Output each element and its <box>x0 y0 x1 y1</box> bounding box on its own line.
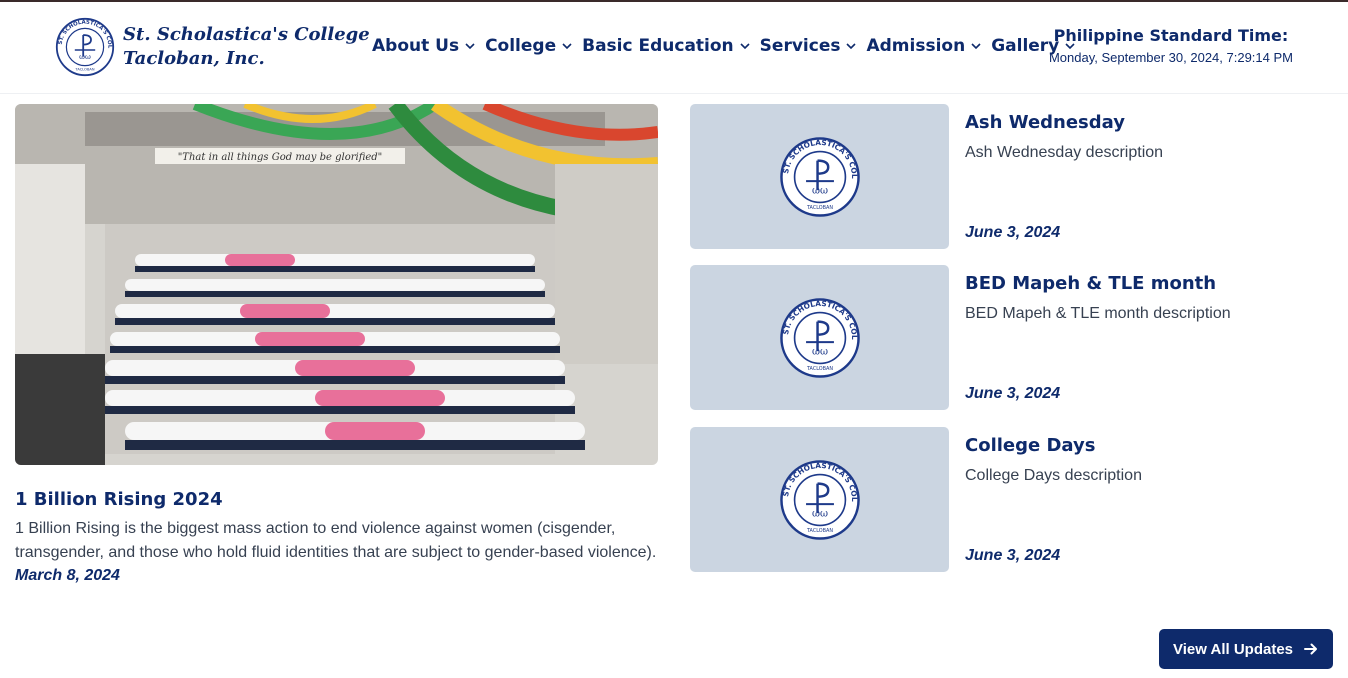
chevron-down-icon <box>562 43 572 50</box>
update-card[interactable]: ST. SCHOLASTICA'S COLLEGE TACLOBAN ωω Co… <box>690 427 1330 572</box>
banner-motto: "That in all things God may be glorified… <box>178 152 383 163</box>
svg-text:TACLOBAN: TACLOBAN <box>805 204 832 210</box>
update-date: June 3, 2024 <box>965 224 1061 241</box>
featured-photo: "That in all things God may be glorified… <box>15 104 658 465</box>
update-title[interactable]: BED Mapeh & TLE month <box>965 273 1216 294</box>
svg-text:TACLOBAN: TACLOBAN <box>74 67 94 71</box>
update-date: June 3, 2024 <box>965 385 1061 402</box>
college-seal-icon: ST. SCHOLASTICA'S COLLEGE TACLOBAN ωω <box>779 136 860 217</box>
svg-text:TACLOBAN: TACLOBAN <box>805 527 832 533</box>
brand-line-1: St. Scholastica's College <box>123 24 370 45</box>
main-nav: About Us College Basic Education Service… <box>372 36 1085 56</box>
featured-description: 1 Billion Rising is the biggest mass act… <box>15 520 657 561</box>
update-description: BED Mapeh & TLE month description <box>965 305 1231 322</box>
update-description: College Days description <box>965 467 1142 484</box>
nav-admission[interactable]: Admission <box>866 36 981 56</box>
update-title[interactable]: College Days <box>965 435 1095 456</box>
svg-text:ωω: ωω <box>811 185 827 196</box>
update-card[interactable]: ST. SCHOLASTICA'S COLLEGE TACLOBAN ωω As… <box>690 104 1330 249</box>
nav-college[interactable]: College <box>485 36 572 56</box>
svg-text:ωω: ωω <box>811 508 827 519</box>
arrow-right-icon <box>1304 643 1318 655</box>
featured-title[interactable]: 1 Billion Rising 2024 <box>15 489 658 510</box>
update-thumbnail: ST. SCHOLASTICA'S COLLEGE TACLOBAN ωω <box>690 427 949 572</box>
svg-text:ωω: ωω <box>811 346 827 357</box>
philippine-standard-time: Philippine Standard Time: Monday, Septem… <box>1049 26 1293 65</box>
nav-label: College <box>485 36 557 56</box>
pst-title: Philippine Standard Time: <box>1053 26 1289 45</box>
chevron-down-icon <box>846 43 857 50</box>
nav-label: About Us <box>372 36 460 56</box>
update-title[interactable]: Ash Wednesday <box>965 112 1125 133</box>
nav-basic-education[interactable]: Basic Education <box>582 36 750 56</box>
update-description: Ash Wednesday description <box>965 144 1164 161</box>
featured-update[interactable]: "That in all things God may be glorified… <box>15 104 658 585</box>
update-date: June 3, 2024 <box>965 547 1061 564</box>
nav-label: Admission <box>866 36 966 56</box>
pst-clock: Monday, September 30, 2024, 7:29:14 PM <box>1048 50 1293 65</box>
site-header: ST. SCHOLASTICA'S COLLEGE TACLOBAN ωω St… <box>0 2 1348 94</box>
college-seal-icon: ST. SCHOLASTICA'S COLLEGE TACLOBAN ωω <box>779 297 860 378</box>
view-all-label: View All Updates <box>1172 640 1294 658</box>
update-thumbnail: ST. SCHOLASTICA'S COLLEGE TACLOBAN ωω <box>690 104 949 249</box>
svg-text:TACLOBAN: TACLOBAN <box>805 365 832 371</box>
nav-label: Services <box>759 36 841 56</box>
svg-text:ωω: ωω <box>79 52 91 61</box>
chevron-down-icon <box>465 43 475 50</box>
nav-label: Basic Education <box>582 36 734 56</box>
nav-services[interactable]: Services <box>760 36 857 56</box>
brand-name: St. Scholastica's College Tacloban, Inc. <box>123 23 370 71</box>
brand-logo-link[interactable]: ST. SCHOLASTICA'S COLLEGE TACLOBAN ωω St… <box>55 17 370 77</box>
brand-line-2: Tacloban, Inc. <box>123 48 265 69</box>
chevron-down-icon <box>971 43 981 50</box>
college-seal-logo: ST. SCHOLASTICA'S COLLEGE TACLOBAN ωω <box>55 17 115 77</box>
college-seal-icon: ST. SCHOLASTICA'S COLLEGE TACLOBAN ωω <box>779 459 860 540</box>
chevron-down-icon <box>740 43 750 50</box>
view-all-updates-button[interactable]: View All Updates <box>1159 629 1333 669</box>
nav-about-us[interactable]: About Us <box>372 36 475 56</box>
update-card[interactable]: ST. SCHOLASTICA'S COLLEGE TACLOBAN ωω BE… <box>690 265 1330 410</box>
update-thumbnail: ST. SCHOLASTICA'S COLLEGE TACLOBAN ωω <box>690 265 949 410</box>
featured-date: March 8, 2024 <box>15 567 120 584</box>
